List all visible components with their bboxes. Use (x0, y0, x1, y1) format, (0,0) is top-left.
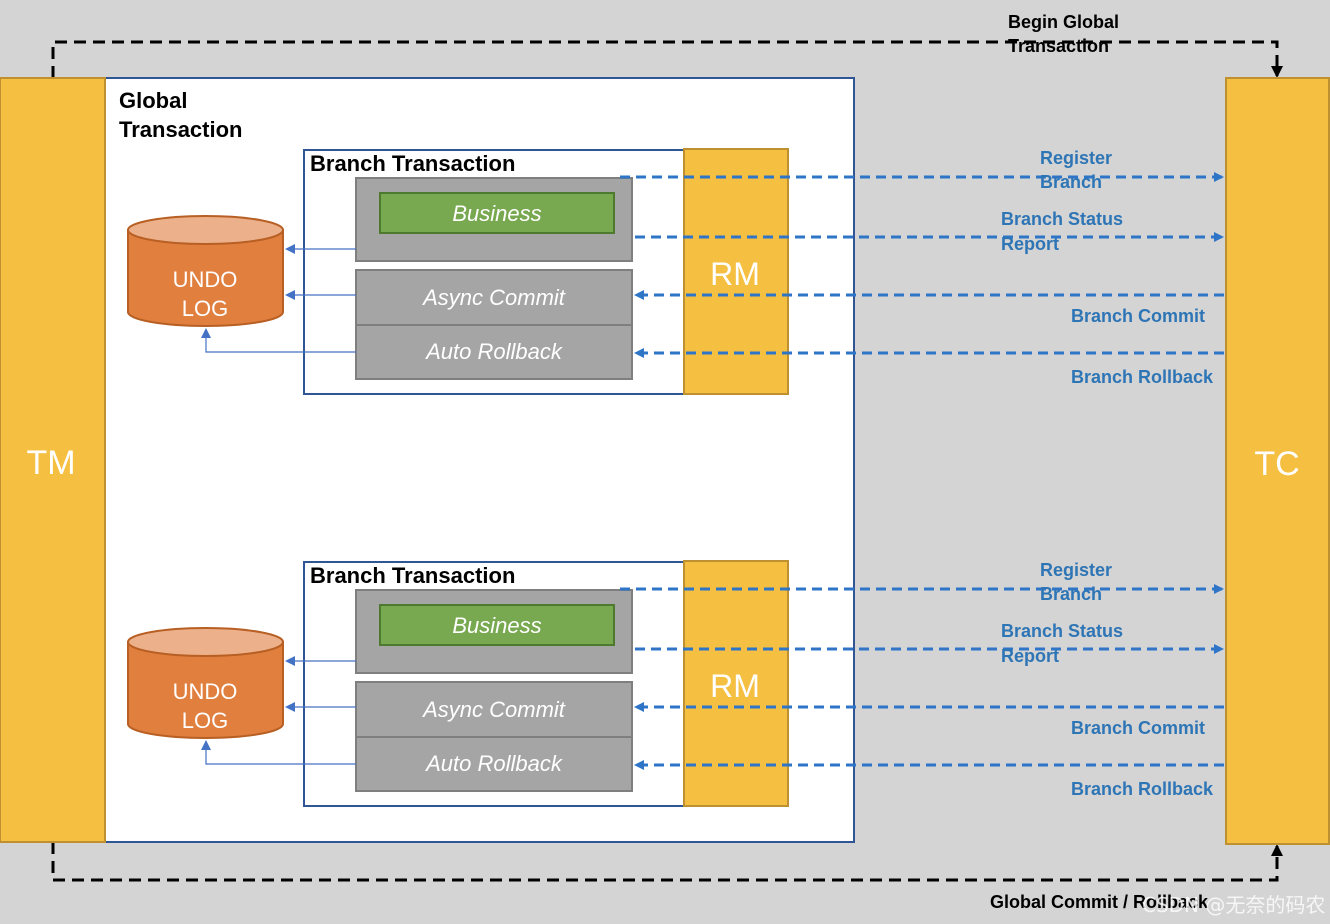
register-branch-label-2: Branch (1040, 584, 1102, 604)
global-transaction-label-2: Transaction (119, 117, 242, 142)
auto-rollback-label: Auto Rollback (424, 339, 563, 364)
branch-commit-label: Branch Commit (1071, 306, 1205, 326)
register-branch-label: Register (1040, 148, 1112, 168)
auto-rollback-label: Auto Rollback (424, 751, 563, 776)
tm-label: TM (26, 444, 75, 482)
branch-status-label: Branch Status (1001, 621, 1123, 641)
seata-architecture-diagram: Global Transaction TM TC Branch Transact… (0, 0, 1330, 924)
undo-log-top (127, 215, 284, 245)
global-transaction-label: Global (119, 88, 187, 113)
business-label: Business (452, 201, 541, 226)
branch-commit-label: Branch Commit (1071, 718, 1205, 738)
branch-status-label-2: Report (1001, 646, 1059, 666)
business-label: Business (452, 613, 541, 638)
undo-log-top (127, 627, 284, 657)
register-branch-label-2: Branch (1040, 172, 1102, 192)
branch-transaction-title: Branch Transaction (310, 563, 515, 588)
register-branch-label: Register (1040, 560, 1112, 580)
watermark: CSDN @无奈的码农 (1142, 893, 1325, 917)
async-commit-label: Async Commit (421, 285, 566, 310)
undo-log-label-2: LOG (182, 708, 228, 733)
rm-label: RM (710, 668, 760, 704)
undo-log-label-2: LOG (182, 296, 228, 321)
branch-status-label: Branch Status (1001, 209, 1123, 229)
branch-rollback-label: Branch Rollback (1071, 779, 1214, 799)
branch-rollback-label: Branch Rollback (1071, 367, 1214, 387)
begin-global-label: Begin Global (1008, 12, 1119, 32)
undo-log-label: UNDO (173, 679, 238, 704)
begin-global-label-2: Transaction (1008, 36, 1109, 56)
branch-status-label-2: Report (1001, 234, 1059, 254)
async-commit-label: Async Commit (421, 697, 566, 722)
tc-label: TC (1254, 445, 1299, 483)
undo-log-label: UNDO (173, 267, 238, 292)
branch-transaction-title: Branch Transaction (310, 151, 515, 176)
rm-label: RM (710, 256, 760, 292)
